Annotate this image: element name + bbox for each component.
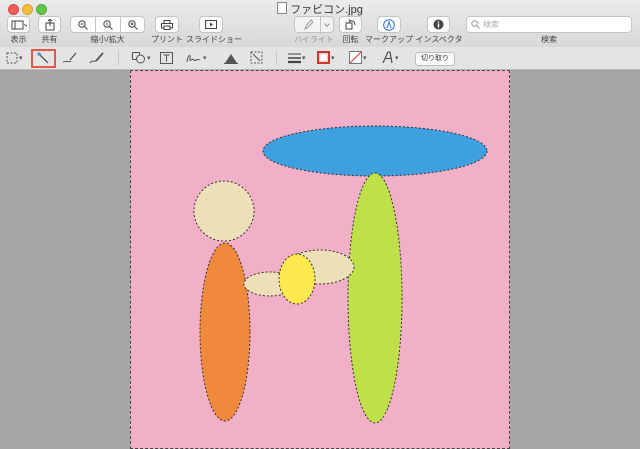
share-icon	[45, 18, 54, 30]
zoom-segmented-control	[70, 16, 145, 34]
zoom-actual-icon[interactable]	[103, 20, 113, 30]
sketch-tool[interactable]	[62, 49, 78, 66]
chevron-down-icon: ▾	[203, 54, 207, 62]
highlight-pen-icon	[304, 19, 313, 30]
shapes-icon	[132, 51, 145, 63]
window-toolbar: ファビコン.jpg 表示 共有 縮小/拡大 プリント スライドショー ハイライト…	[0, 0, 640, 48]
text-style-icon	[382, 51, 393, 64]
image-artwork	[193, 125, 488, 424]
search-icon	[471, 20, 480, 29]
shapes-tool[interactable]: ▾	[132, 49, 151, 66]
sign-icon	[186, 54, 201, 62]
chevron-down-icon: ▾	[19, 54, 23, 62]
rotate-button[interactable]	[339, 16, 362, 33]
rotate-label: 回転	[342, 35, 359, 44]
text-style-tool[interactable]: ▾	[382, 49, 399, 66]
draw-icon	[89, 51, 104, 63]
markup-button[interactable]	[377, 16, 401, 33]
chevron-down-icon: ▾	[363, 54, 367, 62]
chevron-down-icon: ▾	[147, 54, 151, 62]
document-icon	[277, 2, 288, 14]
markup-pen-icon	[383, 18, 395, 31]
view-button[interactable]	[7, 16, 30, 33]
border-color-tool[interactable]: ▾	[317, 49, 335, 66]
slideshow-button[interactable]	[199, 16, 223, 33]
green-ellipse	[347, 172, 403, 424]
adjust-color-tool[interactable]	[224, 49, 238, 66]
zoom-in-icon[interactable]	[128, 20, 138, 30]
line-style-icon	[288, 53, 301, 63]
window-title: ファビコン.jpg	[0, 1, 640, 17]
markup-toolbar: ▾ ▾ ▾ ▾ ▾ ▾ ▾	[0, 47, 640, 70]
slideshow-icon	[205, 19, 217, 29]
zoom-label: 縮小/拡大	[90, 35, 125, 44]
print-label: プリント	[151, 35, 183, 44]
fill-color-icon	[349, 51, 362, 64]
rect-selection-tool[interactable]: ▾	[6, 49, 23, 66]
instant-alpha-icon	[36, 50, 49, 63]
blue-ellipse	[262, 125, 488, 177]
fill-color-tool[interactable]: ▾	[349, 49, 367, 66]
instant-alpha-tool[interactable]	[36, 49, 50, 66]
search-label: 検索	[541, 35, 557, 44]
chevron-down-icon: ▾	[331, 54, 335, 62]
text-tool[interactable]	[160, 49, 173, 66]
inspector-button[interactable]	[427, 16, 450, 33]
crop-button[interactable]: 切り取り	[415, 52, 455, 66]
highlight-label: ハイライト	[294, 35, 334, 44]
slideshow-label: スライドショー	[186, 35, 242, 44]
markup-label: マークアップ	[365, 35, 413, 44]
sketch-icon	[62, 52, 77, 62]
orange-ellipse	[199, 242, 251, 422]
highlight-button[interactable]	[294, 16, 334, 34]
border-color-icon	[317, 51, 330, 64]
zoom-out-icon[interactable]	[78, 20, 88, 30]
rotate-icon	[345, 19, 356, 30]
print-button[interactable]	[155, 16, 179, 33]
search-placeholder: 検索	[483, 20, 499, 29]
chevron-down-icon: ▾	[395, 54, 399, 62]
chevron-down-icon: ▾	[302, 54, 306, 62]
sign-tool[interactable]: ▾	[186, 49, 207, 66]
adjust-color-icon	[224, 53, 238, 64]
inspector-label: インスペクタ	[415, 35, 463, 44]
view-label: 表示	[10, 35, 27, 44]
adjust-size-icon	[250, 51, 263, 64]
draw-tool[interactable]	[89, 49, 105, 66]
print-icon	[161, 19, 173, 30]
rect-selection-icon	[6, 52, 18, 63]
image-canvas[interactable]	[130, 70, 510, 449]
search-input[interactable]: 検索	[466, 16, 632, 33]
chevron-down-icon	[324, 23, 330, 27]
line-style-tool[interactable]: ▾	[288, 49, 306, 66]
sidebar-icon	[11, 20, 27, 29]
beige-circle	[193, 180, 255, 242]
share-label: 共有	[41, 35, 58, 44]
adjust-size-tool[interactable]	[250, 49, 263, 66]
text-icon	[160, 51, 173, 64]
share-button[interactable]	[38, 16, 61, 33]
info-icon	[433, 19, 444, 30]
yellow-circle	[278, 253, 316, 305]
